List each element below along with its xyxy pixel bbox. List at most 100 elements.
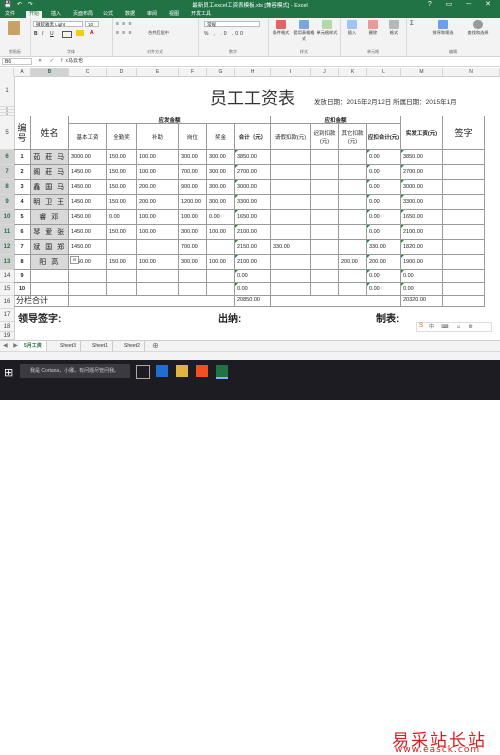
data-cell[interactable]: 1450.00 [69,165,107,180]
data-cell[interactable]: 2100.00 [235,255,271,270]
data-cell[interactable]: 150.00 [107,225,137,240]
row-number-cell[interactable]: 9 [14,270,31,283]
data-cell[interactable]: 300.00 [207,150,235,165]
data-cell[interactable] [271,210,311,225]
data-cell[interactable]: 0.00 [207,210,235,225]
row-number-cell[interactable]: 2 [14,165,31,180]
employee-name-cell[interactable]: 阳 高 [31,255,69,270]
data-cell[interactable]: 0.00 [401,270,443,283]
task-view-icon[interactable] [136,365,150,379]
employee-name-cell[interactable]: 明 卫 王 [31,195,69,210]
row-number-cell[interactable]: 3 [14,180,31,195]
data-cell[interactable]: 200.00 [137,180,179,195]
data-cell[interactable]: 1450.00 [69,195,107,210]
windows-start-icon[interactable]: ⊞ [4,366,13,379]
data-cell[interactable]: 300.00 [179,225,207,240]
data-cell[interactable]: 1450.00 [69,210,107,225]
data-cell[interactable]: 0.00 [367,165,401,180]
data-cell[interactable]: 1450.00 [69,240,107,255]
data-cell[interactable] [271,150,311,165]
data-cell[interactable] [271,195,311,210]
data-cell[interactable] [207,270,235,283]
data-cell[interactable] [271,180,311,195]
data-cell[interactable]: 2150.00 [235,240,271,255]
signature-cell[interactable] [443,240,485,255]
data-cell[interactable]: 100.00 [137,165,179,180]
autofill-options-icon[interactable]: ⊟ [70,256,79,264]
data-cell[interactable]: 900.00 [179,180,207,195]
ime-tool-icons[interactable]: 中 ⌨ ☺ ⚙ [429,323,476,330]
file-explorer-icon[interactable] [176,365,188,377]
data-cell[interactable]: 100.00 [179,210,207,225]
row-number-cell[interactable]: 6 [14,225,31,240]
row-number-cell[interactable]: 1 [14,150,31,165]
data-cell[interactable]: 0.00 [367,225,401,240]
data-cell[interactable]: 100.00 [137,150,179,165]
employee-name-cell[interactable]: 琴 爱 张 [31,225,69,240]
data-cell[interactable]: 3850.00 [401,150,443,165]
data-cell[interactable] [339,270,367,283]
data-cell[interactable] [271,165,311,180]
data-cell[interactable] [311,240,339,255]
data-cell[interactable] [137,270,179,283]
data-cell[interactable] [339,195,367,210]
data-cell[interactable] [311,150,339,165]
employee-name-cell[interactable]: 茹 莊 马 [31,150,69,165]
data-cell[interactable] [179,270,207,283]
data-cell[interactable]: 1200.00 [179,195,207,210]
data-cell[interactable] [311,225,339,240]
data-cell[interactable] [271,255,311,270]
data-cell[interactable] [311,255,339,270]
add-sheet-button[interactable]: ⊕ [152,341,159,350]
employee-name-cell[interactable] [31,270,69,283]
employee-name-cell[interactable]: 睿 邓 [31,210,69,225]
data-cell[interactable] [311,180,339,195]
data-cell[interactable] [311,165,339,180]
sheet-nav-arrows[interactable]: ◀ ▶ [3,342,20,349]
row-number-cell[interactable]: 5 [14,210,31,225]
data-cell[interactable]: 0.00 [367,270,401,283]
data-cell[interactable] [311,195,339,210]
data-cell[interactable]: 1650.00 [401,210,443,225]
data-cell[interactable] [69,270,107,283]
total-net[interactable]: 20320.00 [401,294,443,307]
sheet-tab-sheet3[interactable]: Sheet3 [56,341,81,351]
sogou-icon[interactable]: S [419,323,423,329]
total-deduction-cell[interactable] [271,294,401,307]
data-cell[interactable]: 200.00 [367,255,401,270]
data-cell[interactable]: 200.00 [137,195,179,210]
data-cell[interactable]: 100.00 [207,255,235,270]
data-cell[interactable]: 2700.00 [235,165,271,180]
data-cell[interactable]: 3300.00 [235,195,271,210]
data-cell[interactable]: 2700.00 [401,165,443,180]
data-cell[interactable]: 0.00 [235,270,271,283]
signature-cell[interactable] [443,255,485,270]
signature-cell[interactable] [443,180,485,195]
row-number-cell[interactable]: 7 [14,240,31,255]
data-cell[interactable]: 300.00 [179,150,207,165]
total-empty-cell[interactable] [69,294,235,307]
data-cell[interactable] [107,240,137,255]
data-cell[interactable]: 330.00 [271,240,311,255]
signature-cell[interactable] [443,195,485,210]
ime-toolbar[interactable]: S 中 ⌨ ☺ ⚙ [416,322,492,332]
data-cell[interactable]: 100.00 [207,225,235,240]
edge-icon[interactable] [156,365,168,377]
data-cell[interactable]: 1900.00 [401,255,443,270]
data-cell[interactable]: 3000.00 [69,150,107,165]
data-cell[interactable]: 2100.00 [235,225,271,240]
data-cell[interactable]: 2100.00 [401,225,443,240]
signature-cell[interactable] [443,210,485,225]
data-cell[interactable]: 0.00 [367,210,401,225]
data-cell[interactable]: 3300.00 [401,195,443,210]
data-cell[interactable]: 330.00 [367,240,401,255]
data-cell[interactable] [339,240,367,255]
data-cell[interactable] [339,210,367,225]
excel-taskbar-icon[interactable] [216,365,228,379]
data-cell[interactable] [339,150,367,165]
data-cell[interactable] [311,210,339,225]
data-cell[interactable]: 3000.00 [235,180,271,195]
data-cell[interactable]: 150.00 [107,150,137,165]
signature-cell[interactable] [443,150,485,165]
row-number-cell[interactable]: 8 [14,255,31,270]
